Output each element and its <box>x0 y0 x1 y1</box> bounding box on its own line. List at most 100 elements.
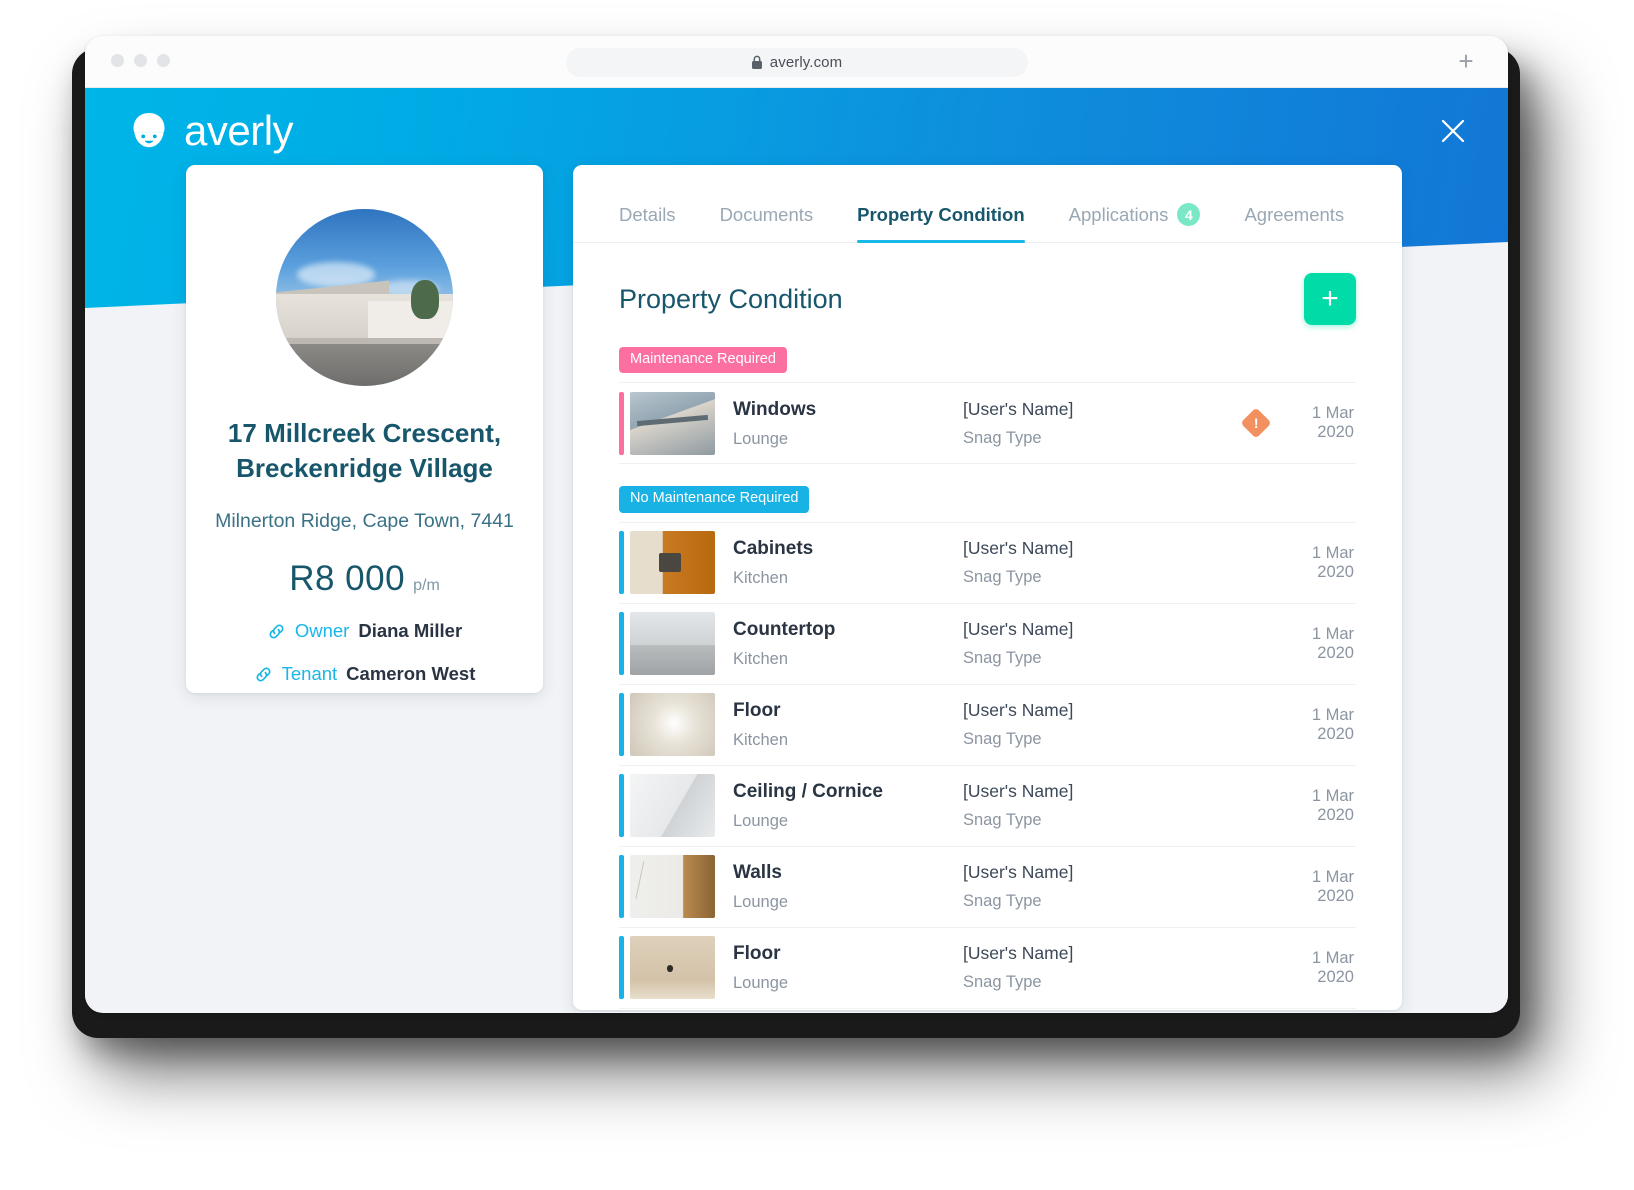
status-badge: No Maintenance Required <box>619 486 810 513</box>
row-item-room: Kitchen <box>733 650 789 669</box>
condition-group: No Maintenance Required Cabinets Kitchen [U… <box>573 486 1402 1009</box>
row-user-name: [User's Name] <box>963 398 1074 419</box>
row-thumbnail-image <box>630 774 715 838</box>
table-row[interactable]: Floor Lounge [User's Name] Snag Type 1 Mar 2… <box>619 926 1356 1009</box>
row-thumbnail-image <box>630 693 715 757</box>
row-main: Cabinets Kitchen <box>715 537 963 588</box>
tab-label: Details <box>619 204 676 225</box>
tab-badge-count: 4 <box>1177 203 1201 226</box>
row-date: 1 Mar 2020 <box>1311 705 1354 743</box>
link-icon <box>256 667 271 682</box>
tenant-role-label: Tenant <box>281 663 338 685</box>
row-main: Ceiling / Cornice Lounge <box>715 780 963 831</box>
row-snag-type: Snag Type <box>963 973 1042 992</box>
tab-label: Agreements <box>1244 204 1345 225</box>
brand-name: averly <box>184 107 294 154</box>
row-date: 1 Mar 2020 <box>1311 786 1354 824</box>
warning-diamond-icon: ! <box>1240 407 1272 439</box>
address-bar[interactable]: averly.com <box>565 48 1028 77</box>
row-meta: [User's Name] Snag Type <box>963 781 1213 830</box>
device-frame: averly.com + averly 17 Millcreek Crescen… <box>28 8 1520 1038</box>
tab-applications[interactable]: Applications 4 <box>1069 203 1201 242</box>
property-address: 17 Millcreek Crescent, Breckenridge Vill… <box>227 418 502 484</box>
row-user-name: [User's Name] <box>963 943 1074 964</box>
tab-bar: Details Documents Property Condition Applic… <box>573 165 1402 243</box>
traffic-light-buttons[interactable] <box>111 54 170 67</box>
lock-icon <box>751 55 762 69</box>
row-item-title: Floor <box>733 700 781 722</box>
row-snag-type: Snag Type <box>963 428 1042 447</box>
condition-group: Maintenance Required Windows Lounge [User's… <box>573 347 1402 465</box>
new-tab-button[interactable]: + <box>1454 48 1478 74</box>
row-thumbnail-image <box>630 855 715 919</box>
tab-property-condition[interactable]: Property Condition <box>857 204 1025 243</box>
row-snag-type: Snag Type <box>963 649 1042 668</box>
row-status-accent-bar <box>619 612 624 676</box>
row-date: 1 Mar 2020 <box>1311 543 1354 581</box>
owner-row[interactable]: Owner Diana Miller <box>186 620 543 642</box>
maximize-window-dot[interactable] <box>157 54 170 67</box>
minimize-window-dot[interactable] <box>134 54 147 67</box>
row-item-room: Lounge <box>733 812 789 831</box>
table-row[interactable]: Walls Lounge [User's Name] Snag Type 1 Mar 2… <box>619 845 1356 928</box>
property-photo <box>276 209 453 386</box>
row-item-room: Lounge <box>733 429 789 448</box>
row-item-title: Cabinets <box>733 538 814 560</box>
row-status-accent-bar <box>619 855 624 919</box>
row-thumbnail-image <box>630 531 715 595</box>
row-main: Floor Lounge <box>715 942 963 993</box>
row-thumbnail-wrap <box>619 612 715 676</box>
content-panel: Details Documents Property Condition Applic… <box>573 165 1402 1010</box>
table-row[interactable]: Ceiling / Cornice Lounge [User's Name] Snag… <box>619 764 1356 847</box>
row-meta: [User's Name] Snag Type <box>963 538 1213 587</box>
app-viewport: averly 17 Millcreek Crescent, Breckenrid… <box>85 88 1508 1012</box>
table-row[interactable]: Cabinets Kitchen [User's Name] Snag Type 1 M… <box>619 521 1356 604</box>
table-row[interactable]: Floor Kitchen [User's Name] Snag Type 1 Mar … <box>619 683 1356 766</box>
row-thumbnail-wrap <box>619 391 715 455</box>
row-user-name: [User's Name] <box>963 781 1074 802</box>
row-thumbnail-image <box>630 612 715 676</box>
row-user-name: [User's Name] <box>963 700 1074 721</box>
tenant-row[interactable]: Tenant Cameron West <box>186 663 543 685</box>
tab-details[interactable]: Details <box>619 204 676 242</box>
tab-label: Documents <box>719 204 814 225</box>
row-thumbnail-wrap <box>619 855 715 919</box>
row-item-title: Floor <box>733 943 781 965</box>
row-item-title: Ceiling / Cornice <box>733 781 883 803</box>
row-date: 1 Mar 2020 <box>1311 867 1354 905</box>
photo-ground <box>276 343 453 386</box>
row-item-title: Walls <box>733 862 782 884</box>
row-thumbnail-wrap <box>619 936 715 1000</box>
row-status-accent-bar <box>619 774 624 838</box>
row-main: Countertop Kitchen <box>715 618 963 669</box>
owner-name: Diana Miller <box>358 620 463 642</box>
row-snag-type: Snag Type <box>963 811 1042 830</box>
row-user-name: [User's Name] <box>963 862 1074 883</box>
row-meta: [User's Name] Snag Type <box>963 700 1213 749</box>
row-meta: [User's Name] Snag Type <box>963 943 1213 992</box>
add-condition-button[interactable]: + <box>1304 273 1356 325</box>
row-meta: [User's Name] Snag Type <box>963 619 1213 668</box>
table-row[interactable]: Windows Lounge [User's Name] Snag Type! 1 Ma… <box>619 382 1356 465</box>
row-item-title: Windows <box>733 399 817 421</box>
close-modal-button[interactable] <box>1436 114 1470 148</box>
browser-chrome: averly.com + <box>85 36 1508 88</box>
table-row[interactable]: Countertop Kitchen [User's Name] Snag Type 1… <box>619 602 1356 685</box>
brand-logo[interactable]: averly <box>127 107 294 154</box>
row-snag-type: Snag Type <box>963 892 1042 911</box>
row-item-title: Countertop <box>733 619 836 641</box>
tab-agreements[interactable]: Agreements <box>1244 204 1344 242</box>
warning-glyph: ! <box>1253 415 1259 432</box>
row-status-accent-bar <box>619 531 624 595</box>
tab-documents[interactable]: Documents <box>720 204 814 242</box>
photo-tree <box>410 279 439 319</box>
row-item-room: Lounge <box>733 974 789 993</box>
property-summary-card: 17 Millcreek Crescent, Breckenridge Vill… <box>186 165 543 693</box>
close-icon <box>1441 119 1465 143</box>
row-main: Floor Kitchen <box>715 699 963 750</box>
row-status-accent-bar <box>619 391 624 455</box>
row-item-room: Lounge <box>733 893 789 912</box>
row-meta: [User's Name] Snag Type <box>963 399 1213 448</box>
close-window-dot[interactable] <box>111 54 124 67</box>
row-user-name: [User's Name] <box>963 619 1074 640</box>
